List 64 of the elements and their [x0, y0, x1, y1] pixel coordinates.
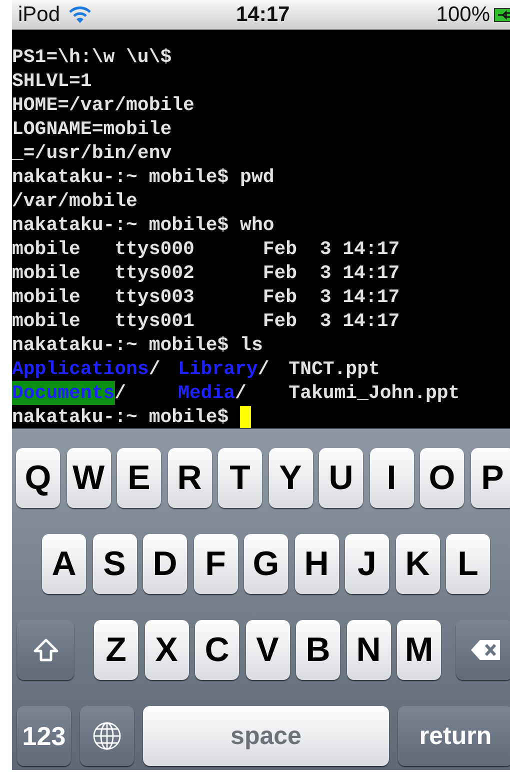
return-key[interactable]: return: [398, 706, 510, 766]
terminal-line: PS1=\h:\w \u\$: [12, 45, 172, 69]
carrier-label: iPod: [18, 2, 60, 26]
slash-suffix: /: [114, 381, 126, 405]
letter-key[interactable]: J: [345, 534, 389, 594]
terminal-line: SHLVL=1: [12, 69, 92, 93]
terminal-line: HOME=/var/mobile: [12, 93, 194, 117]
letter-key[interactable]: R: [168, 448, 212, 508]
letter-key[interactable]: P: [470, 448, 510, 508]
file-name: Takumi_John.ppt: [288, 381, 460, 405]
letter-key[interactable]: D: [143, 534, 187, 594]
terminal-line: LOGNAME=mobile: [12, 117, 172, 141]
letter-key[interactable]: Z: [94, 620, 138, 680]
letter-key[interactable]: M: [397, 620, 441, 680]
letter-key[interactable]: X: [144, 620, 188, 680]
battery-icon: [494, 8, 510, 22]
terminal-line: /var/mobile: [12, 189, 138, 213]
globe-icon: [92, 721, 122, 751]
letter-key[interactable]: Q: [16, 448, 60, 508]
letter-key[interactable]: E: [117, 448, 161, 508]
letter-key[interactable]: A: [42, 534, 86, 594]
backspace-icon: [470, 639, 500, 661]
terminal-line: mobile ttys003 Feb 3 14:17: [12, 285, 400, 309]
letter-key[interactable]: I: [370, 448, 414, 508]
terminal-line: mobile ttys002 Feb 3 14:17: [12, 261, 400, 285]
letter-key[interactable]: O: [420, 448, 464, 508]
slash-suffix: /: [148, 357, 160, 381]
letter-key[interactable]: K: [396, 534, 440, 594]
directory-name: Library: [178, 357, 258, 381]
directory-name: Documents: [12, 381, 115, 405]
wifi-icon: [68, 6, 92, 24]
slash-suffix: /: [258, 357, 270, 381]
letter-key[interactable]: G: [244, 534, 288, 594]
terminal-line: _=/usr/bin/env: [12, 141, 172, 165]
letter-key[interactable]: B: [296, 620, 340, 680]
clock-time: 14:17: [236, 2, 290, 26]
letter-key[interactable]: T: [218, 448, 262, 508]
letter-key[interactable]: S: [92, 534, 136, 594]
letter-key[interactable]: F: [194, 534, 238, 594]
shift-arrow-icon: [32, 638, 58, 662]
letter-key[interactable]: L: [446, 534, 490, 594]
terminal-line: mobile ttys000 Feb 3 14:17: [12, 237, 400, 261]
letter-key[interactable]: Y: [268, 448, 312, 508]
delete-key[interactable]: [456, 620, 510, 680]
directory-name: Applications: [12, 357, 149, 381]
terminal-line: mobile ttys001 Feb 3 14:17: [12, 309, 400, 333]
terminal-line: nakataku-:~ mobile$ who: [12, 213, 274, 237]
slash-suffix: /: [235, 381, 246, 405]
letter-key[interactable]: W: [66, 448, 110, 508]
letter-key[interactable]: H: [294, 534, 338, 594]
terminal-line: nakataku-:~ mobile$ pwd: [12, 165, 274, 189]
globe-key[interactable]: [80, 706, 134, 766]
space-key[interactable]: space: [143, 706, 389, 766]
battery-percent: 100%: [436, 2, 490, 26]
terminal-prompt: nakataku-:~ mobile$: [12, 405, 229, 428]
shift-key[interactable]: [17, 620, 74, 680]
numbers-key[interactable]: 123: [17, 706, 71, 766]
file-name: TNCT.ppt: [288, 357, 380, 381]
letter-key[interactable]: V: [246, 620, 290, 680]
letter-key[interactable]: U: [319, 448, 363, 508]
letter-key[interactable]: C: [195, 620, 239, 680]
terminal-line: nakataku-:~ mobile$ ls: [12, 333, 263, 357]
directory-name: Media: [178, 381, 236, 405]
letter-key[interactable]: N: [346, 620, 390, 680]
